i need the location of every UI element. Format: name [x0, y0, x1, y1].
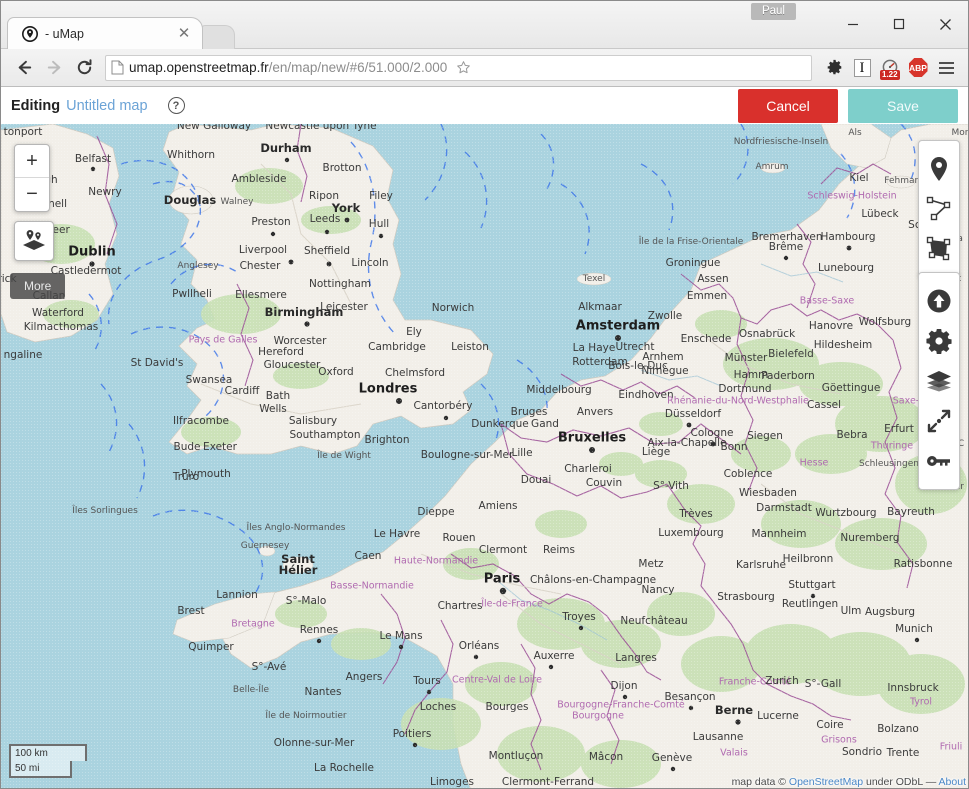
browser-tab[interactable]: - uMap ✕	[7, 17, 203, 49]
map-tiles	[1, 124, 968, 788]
forward-arrow-icon[interactable]	[39, 53, 69, 83]
star-icon[interactable]	[452, 60, 474, 75]
draw-toolbar	[918, 140, 960, 278]
browser-window: - uMap ✕ Paul umap.openstreetmap.fr/en/m…	[0, 0, 969, 789]
help-icon[interactable]: ?	[167, 97, 185, 114]
header-actions: Cancel Save	[738, 88, 958, 123]
abp-label: ABP	[908, 58, 928, 77]
draw-polyline-icon[interactable]	[918, 189, 960, 229]
datalayers-icon[interactable]	[14, 221, 54, 261]
scale-imperial: 50 mi	[9, 761, 72, 778]
url-path: /en/map/new/#6/51.000/2.000	[268, 60, 448, 75]
umap-edit-header: Editing Untitled map ? Cancel Save	[1, 87, 968, 124]
umap-favicon-icon	[22, 25, 38, 42]
tab-strip: - uMap ✕	[7, 15, 235, 49]
adblock-plus-icon[interactable]: ABP	[904, 54, 932, 82]
minimize-icon[interactable]	[830, 1, 876, 47]
map-viewport[interactable]: tonportBelfastArmaghNewryonnellDunleerDu…	[1, 124, 968, 788]
speedometer-icon[interactable]: 1.22	[876, 54, 904, 82]
zoom-in-button[interactable]: +	[15, 145, 49, 178]
reload-icon[interactable]	[69, 53, 99, 83]
instapaper-letter: I	[853, 58, 871, 77]
back-arrow-icon[interactable]	[9, 53, 39, 83]
save-button[interactable]: Save	[848, 88, 958, 123]
map-permissions-key-icon[interactable]	[918, 441, 960, 481]
attribution: map data © OpenStreetMap under ODbL — Ab…	[732, 776, 966, 788]
draw-polygon-icon[interactable]	[918, 229, 960, 269]
user-profile-chip[interactable]: Paul	[750, 3, 796, 20]
hamburger-bars	[938, 61, 954, 74]
editing-label: Editing	[11, 97, 61, 114]
address-bar[interactable]: umap.openstreetmap.fr/en/map/new/#6/51.0…	[105, 54, 812, 81]
scale-bar: 100 km 50 mi	[9, 744, 87, 778]
speedometer-badge: 1.22	[880, 69, 900, 80]
more-button[interactable]: More	[10, 273, 66, 299]
url-host: umap.openstreetmap.fr	[129, 60, 269, 75]
osm-link[interactable]: OpenStreetMap	[789, 776, 863, 788]
window-titlebar: - uMap ✕ Paul	[1, 1, 968, 49]
attribution-middle: under ODbL —	[863, 776, 939, 788]
menu-hamburger-icon[interactable]	[932, 54, 960, 82]
manage-layers-icon[interactable]	[918, 361, 960, 401]
draw-marker-icon[interactable]	[918, 149, 960, 189]
zoom-out-button[interactable]: −	[15, 178, 49, 211]
zoom-control: + −	[14, 144, 50, 212]
close-icon[interactable]	[922, 1, 968, 47]
gear-icon[interactable]	[820, 54, 848, 82]
attribution-prefix: map data ©	[731, 776, 789, 788]
page-document-icon	[111, 60, 124, 75]
browser-navbar: umap.openstreetmap.fr/en/map/new/#6/51.0…	[1, 49, 968, 87]
new-tab-button[interactable]	[201, 25, 235, 49]
map-tools-toolbar	[918, 272, 960, 490]
url-text: umap.openstreetmap.fr/en/map/new/#6/51.0…	[129, 60, 447, 75]
scale-metric: 100 km	[9, 744, 87, 761]
about-link[interactable]: About	[939, 776, 966, 788]
map-settings-gear-icon[interactable]	[918, 321, 960, 361]
maximize-icon[interactable]	[876, 1, 922, 47]
tab-title: - uMap	[45, 26, 84, 41]
instapaper-icon[interactable]: I	[848, 54, 876, 82]
fit-bounds-icon[interactable]	[918, 401, 960, 441]
window-controls	[830, 1, 968, 47]
map-name-link[interactable]: Untitled map	[66, 98, 147, 114]
tab-close-icon[interactable]: ✕	[176, 26, 192, 41]
cancel-button[interactable]: Cancel	[738, 88, 838, 123]
import-data-icon[interactable]	[918, 281, 960, 321]
